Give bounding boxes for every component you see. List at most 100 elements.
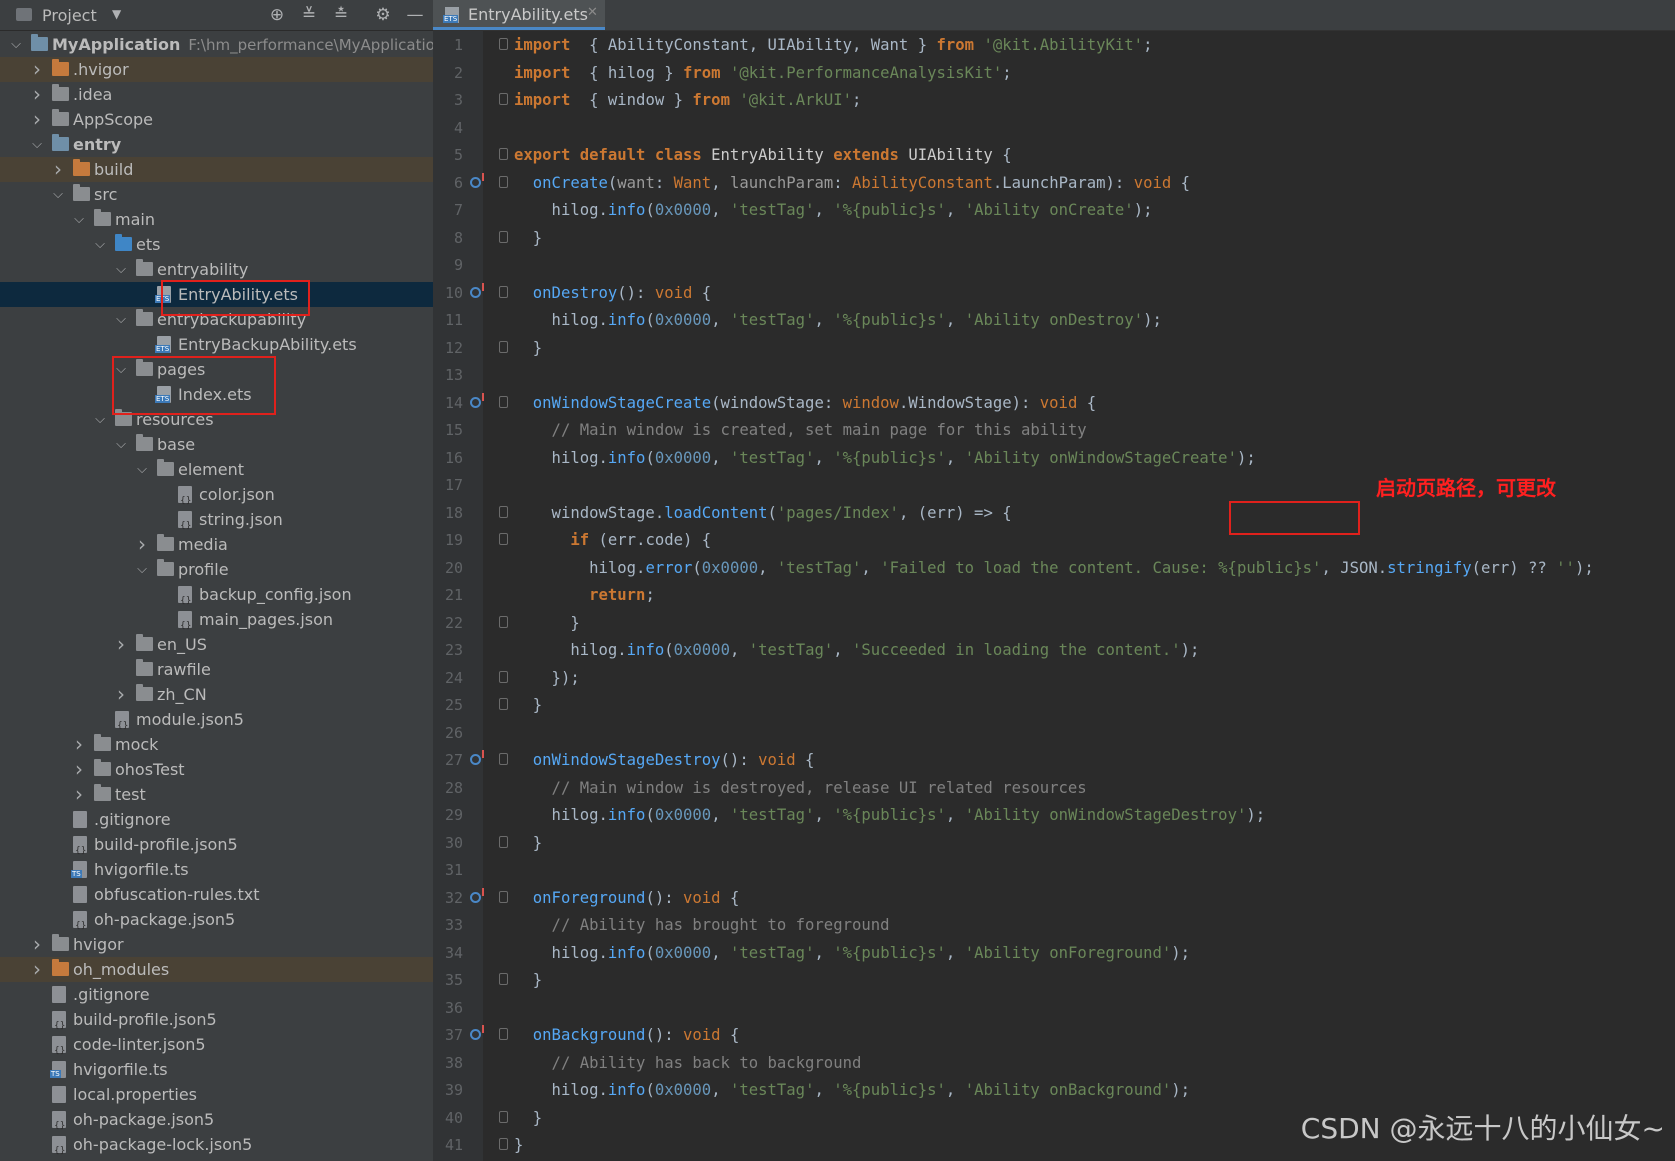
override-method-icon[interactable]	[470, 1025, 484, 1040]
code-line[interactable]: 15 // Main window is created, set main p…	[433, 417, 1675, 445]
code-line[interactable]: 25 }	[433, 692, 1675, 720]
tree-item[interactable]: ⌵ entry	[0, 132, 433, 157]
code-line[interactable]: 26	[433, 720, 1675, 748]
code-line[interactable]: 36	[433, 995, 1675, 1023]
chevron-right-icon[interactable]: ›	[30, 957, 44, 982]
fold-marker-icon[interactable]	[499, 1028, 508, 1040]
tree-item[interactable]: local.properties	[0, 1082, 433, 1107]
tree-item[interactable]: main_pages.json	[0, 607, 433, 639]
chevron-down-icon[interactable]: ⌵	[72, 207, 86, 232]
chevron-down-icon[interactable]: ▼	[112, 7, 121, 21]
fold-marker-icon[interactable]	[499, 395, 508, 408]
tree-item[interactable]: ⌵ element	[0, 457, 433, 482]
tree-item[interactable]: › .idea	[0, 82, 433, 107]
chevron-down-icon[interactable]: ⌵	[114, 432, 128, 457]
fold-marker-icon[interactable]	[499, 1110, 508, 1123]
code-line[interactable]: 14 onWindowStageCreate(windowStage: wind…	[433, 390, 1675, 418]
fold-marker-icon[interactable]	[499, 285, 508, 298]
tree-item[interactable]: backup_config.json	[0, 582, 433, 614]
tree-item[interactable]: color.json	[0, 482, 433, 514]
code-line[interactable]: 30 }	[433, 830, 1675, 858]
tree-item[interactable]: ⌵ MyApplication F:\hm_performance\MyApplic…	[0, 32, 433, 57]
fold-marker-icon[interactable]	[499, 505, 508, 518]
chevron-down-icon[interactable]: ⌵	[93, 407, 107, 432]
code-line[interactable]: 3 import { window } from '@kit.ArkUI';	[433, 87, 1675, 115]
fold-marker-icon[interactable]	[499, 1138, 508, 1150]
code-line[interactable]: 2 import { hilog } from '@kit.Performance…	[433, 60, 1675, 88]
code-line[interactable]: 22 }	[433, 610, 1675, 638]
code-line[interactable]: 34 hilog.info(0x0000, 'testTag', '%{publ…	[433, 940, 1675, 968]
fold-marker-icon[interactable]	[499, 835, 508, 848]
tree-item[interactable]: › oh_modules	[0, 957, 433, 982]
fold-marker-icon[interactable]	[499, 230, 508, 243]
code-line[interactable]: 19 if (err.code) {	[433, 527, 1675, 555]
code-line[interactable]: 38 // Ability has back to background	[433, 1050, 1675, 1078]
code-line[interactable]: 12 }	[433, 335, 1675, 363]
code-line[interactable]: 29 hilog.info(0x0000, 'testTag', '%{publ…	[433, 802, 1675, 830]
tree-item[interactable]: ⌵ ets	[0, 232, 433, 257]
tree-item[interactable]: hvigorfile.ts	[0, 857, 433, 882]
code-line[interactable]: 32 onForeground(): void {	[433, 885, 1675, 913]
code-line[interactable]: 24 });	[433, 665, 1675, 693]
gear-icon[interactable]: ⚙	[372, 4, 394, 26]
tree-item[interactable]: oh-package.json5	[0, 907, 433, 939]
code-line[interactable]: 31	[433, 857, 1675, 885]
code-line[interactable]: 10 onDestroy(): void {	[433, 280, 1675, 308]
expand-all-icon[interactable]: ≚	[298, 4, 320, 26]
tree-item[interactable]: string.json	[0, 507, 433, 539]
tree-item[interactable]: module.json5	[0, 707, 433, 739]
tree-item[interactable]: oh-package-lock.json5	[0, 1132, 433, 1161]
fold-marker-icon[interactable]	[499, 175, 508, 188]
code-line[interactable]: 18 windowStage.loadContent('pages/Index'…	[433, 500, 1675, 528]
tree-item[interactable]: › zh_CN	[0, 682, 433, 707]
fold-marker-icon[interactable]	[499, 38, 508, 50]
tree-item[interactable]: › .hvigor	[0, 57, 433, 82]
chevron-down-icon[interactable]: ⌵	[30, 132, 44, 157]
tree-item[interactable]: build-profile.json5	[0, 832, 433, 864]
override-method-icon[interactable]	[470, 282, 484, 298]
code-line[interactable]: 20 hilog.error(0x0000, 'testTag', 'Faile…	[433, 555, 1675, 583]
chevron-right-icon[interactable]: ›	[30, 107, 44, 132]
code-line[interactable]: 11 hilog.info(0x0000, 'testTag', '%{publ…	[433, 307, 1675, 335]
fold-marker-icon[interactable]	[499, 93, 508, 105]
chevron-down-icon[interactable]: ⌵	[51, 182, 65, 207]
code-line[interactable]: 35 }	[433, 967, 1675, 995]
tree-item[interactable]: › AppScope	[0, 107, 433, 132]
code-line[interactable]: 21 return;	[433, 582, 1675, 610]
chevron-right-icon[interactable]: ›	[114, 632, 128, 657]
override-method-icon[interactable]	[470, 172, 484, 188]
code-line[interactable]: 16 hilog.info(0x0000, 'testTag', '%{publ…	[433, 445, 1675, 473]
override-method-icon[interactable]	[470, 392, 484, 408]
tree-item[interactable]: code-linter.json5	[0, 1032, 433, 1064]
chevron-right-icon[interactable]: ›	[114, 682, 128, 707]
tree-item[interactable]: ⌵ entryability	[0, 257, 433, 282]
chevron-right-icon[interactable]: ›	[30, 932, 44, 957]
tree-item[interactable]: .gitignore	[0, 982, 433, 1007]
fold-marker-icon[interactable]	[499, 615, 508, 628]
tree-item[interactable]: rawfile	[0, 657, 433, 682]
code-line[interactable]: 33 // Ability has brought to foreground	[433, 912, 1675, 940]
chevron-right-icon[interactable]: ›	[72, 757, 86, 782]
tree-item[interactable]: .gitignore	[0, 807, 433, 832]
fold-marker-icon[interactable]	[499, 753, 508, 765]
code-line[interactable]: 27 onWindowStageDestroy(): void {	[433, 747, 1675, 775]
tree-item[interactable]: › media	[0, 532, 433, 557]
fold-marker-icon[interactable]	[499, 670, 508, 683]
code-line[interactable]: 13	[433, 362, 1675, 390]
fold-marker-icon[interactable]	[499, 890, 508, 903]
fold-marker-icon[interactable]	[499, 533, 508, 545]
code-line[interactable]: 23 hilog.info(0x0000, 'testTag', 'Succee…	[433, 637, 1675, 665]
tree-item[interactable]: oh-package.json5	[0, 1107, 433, 1139]
chevron-down-icon[interactable]: ⌵	[114, 307, 128, 332]
tree-item[interactable]: › build	[0, 157, 433, 182]
project-view-selector[interactable]: Project	[42, 6, 97, 25]
fold-marker-icon[interactable]	[499, 973, 508, 985]
collapse-all-icon[interactable]: ≛	[330, 4, 352, 26]
tree-item[interactable]: › test	[0, 782, 433, 807]
code-line[interactable]: 1 import { AbilityConstant, UIAbility, Wa…	[433, 32, 1675, 60]
code-line[interactable]: 39 hilog.info(0x0000, 'testTag', '%{publ…	[433, 1077, 1675, 1105]
chevron-right-icon[interactable]: ›	[72, 782, 86, 807]
chevron-down-icon[interactable]: ⌵	[93, 232, 107, 257]
chevron-right-icon[interactable]: ›	[51, 157, 65, 182]
minimize-icon[interactable]: —	[404, 4, 426, 26]
